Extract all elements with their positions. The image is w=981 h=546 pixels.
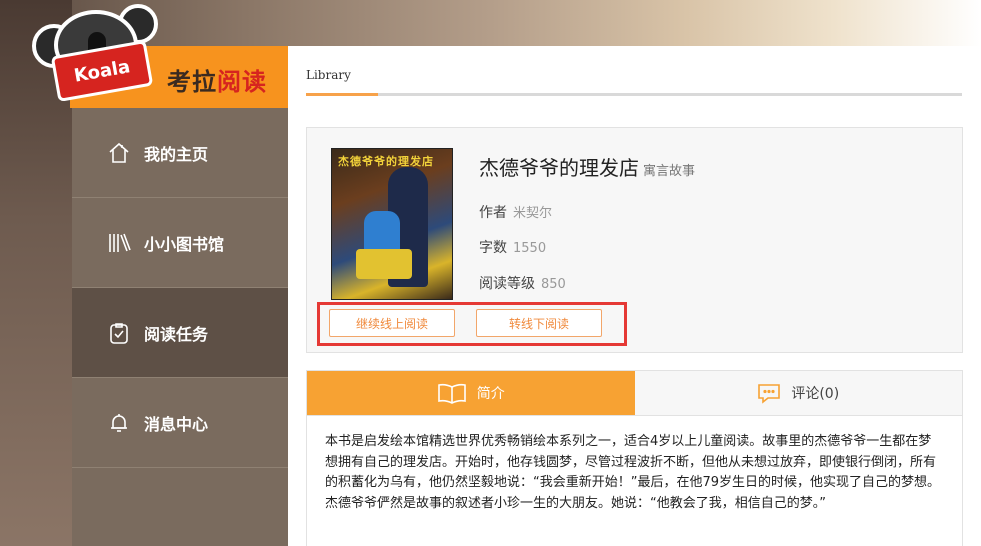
level-value: 850 (541, 277, 566, 292)
level-label: 阅读等级 (479, 276, 535, 292)
cover-title: 杰德爷爷的理发店 (338, 155, 434, 168)
sidebar-item-label: 我的主页 (144, 144, 209, 164)
tab-intro[interactable]: 简介 (307, 371, 635, 415)
library-icon (106, 231, 132, 255)
book-title: 杰德爷爷的理发店 (479, 156, 639, 180)
book-level-row: 阅读等级 850 (479, 273, 566, 293)
switch-offline-reading-button[interactable]: 转线下阅读 (476, 309, 602, 337)
sidebar-item-label: 阅读任务 (144, 324, 209, 344)
sidebar: 我的主页 小小图书馆 阅读任务 消息中心 (72, 108, 288, 546)
author-value: 米契尔 (513, 206, 553, 221)
open-book-icon (437, 382, 467, 404)
words-value: 1550 (513, 241, 547, 256)
breadcrumb-underline (306, 93, 378, 96)
book-title-row: 杰德爷爷的理发店 寓言故事 (479, 152, 695, 181)
sidebar-item-messages[interactable]: 消息中心 (72, 378, 288, 468)
cover-chair (356, 249, 412, 279)
sidebar-item-library[interactable]: 小小图书馆 (72, 198, 288, 288)
app-title-part1: 考拉 (167, 68, 217, 96)
bell-icon (106, 411, 132, 435)
main-content: Library 杰德爷爷的理发店 杰德爷爷的理发店 寓言故事 作者 米契尔 字数 15… (288, 46, 981, 546)
clipboard-check-icon (106, 321, 132, 345)
sidebar-item-label: 小小图书馆 (144, 234, 225, 254)
book-words-row: 字数 1550 (479, 237, 546, 257)
book-genre: 寓言故事 (643, 164, 696, 179)
continue-online-reading-button[interactable]: 继续线上阅读 (329, 309, 455, 337)
tab-intro-label: 简介 (476, 386, 505, 402)
book-card: 杰德爷爷的理发店 杰德爷爷的理发店 寓言故事 作者 米契尔 字数 1550 阅读等级 8… (306, 127, 963, 353)
comment-icon (757, 382, 781, 404)
book-cover-image[interactable]: 杰德爷爷的理发店 (331, 148, 453, 300)
tab-comments-label: 评论(0) (791, 386, 840, 402)
words-label: 字数 (479, 240, 507, 256)
tab-comments[interactable]: 评论(0) (635, 371, 963, 415)
author-label: 作者 (479, 205, 507, 221)
book-author-row: 作者 米契尔 (479, 202, 552, 222)
breadcrumb-library[interactable]: Library (306, 68, 351, 82)
app-title-part2: 阅读 (217, 68, 267, 96)
breadcrumb: Library (306, 64, 962, 96)
sidebar-item-reading-tasks[interactable]: 阅读任务 (72, 288, 288, 378)
sidebar-item-label: 消息中心 (144, 414, 209, 434)
detail-tabs: 简介 评论(0) (306, 370, 963, 416)
app-title: 考拉阅读 (167, 62, 267, 97)
sidebar-item-home[interactable]: 我的主页 (72, 108, 288, 198)
app-logo[interactable]: Koala 考拉阅读 (30, 0, 288, 108)
home-icon (106, 141, 132, 165)
book-summary: 本书是启发绘本馆精选世界优秀畅销绘本系列之一，适合4岁以上儿童阅读。故事里的杰德… (306, 416, 963, 546)
